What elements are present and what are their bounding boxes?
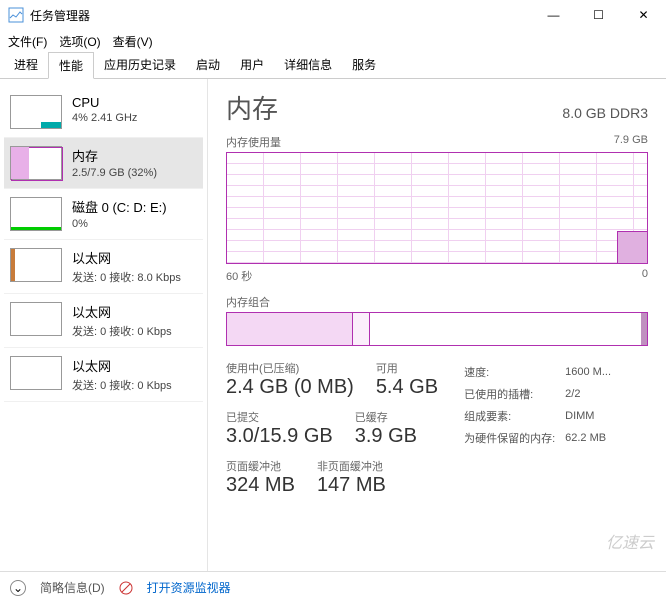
sidebar-item-cpu[interactable]: CPU 4% 2.41 GHz xyxy=(4,87,203,138)
sidebar-item-label: 以太网 xyxy=(72,356,172,375)
no-entry-icon xyxy=(119,581,133,595)
status-bar: ⌄ 简略信息(D) 打开资源监视器 xyxy=(0,571,666,603)
app-icon xyxy=(8,7,24,23)
maximize-button[interactable]: ☐ xyxy=(576,0,621,30)
sidebar-item-label: 以太网 xyxy=(72,248,181,267)
speed-label: 速度: xyxy=(464,362,563,382)
brief-info-link[interactable]: 简略信息(D) xyxy=(40,579,105,596)
memory-thumb-icon xyxy=(10,146,62,180)
tab-performance[interactable]: 性能 xyxy=(48,52,94,79)
sidebar-item-ethernet-2[interactable]: 以太网发送: 0 接收: 0 Kbps xyxy=(4,348,203,402)
memory-composition-chart[interactable] xyxy=(226,312,648,346)
sidebar-item-disk[interactable]: 磁盘 0 (C: D: E:) 0% xyxy=(4,189,203,240)
available-label: 可用 xyxy=(376,360,438,376)
paged-value: 324 MB xyxy=(226,474,295,497)
form-value: DIMM xyxy=(565,406,619,426)
close-button[interactable]: ✕ xyxy=(621,0,666,30)
sidebar-item-sub: 发送: 0 接收: 0 Kbps xyxy=(72,323,172,339)
speed-value: 1600 M... xyxy=(565,362,619,382)
watermark: 亿速云 xyxy=(606,529,654,553)
minimize-button[interactable]: — xyxy=(531,0,576,30)
sidebar-item-sub: 发送: 0 接收: 0 Kbps xyxy=(72,377,172,393)
menu-file[interactable]: 文件(F) xyxy=(8,33,47,50)
menu-options[interactable]: 选项(O) xyxy=(59,33,100,50)
axis-right: 0 xyxy=(642,268,648,284)
ethernet-thumb-icon xyxy=(10,356,62,390)
cached-label: 已缓存 xyxy=(355,409,417,425)
resource-monitor-link[interactable]: 打开资源监视器 xyxy=(147,579,231,596)
slots-label: 已使用的插槽: xyxy=(464,384,563,404)
tab-processes[interactable]: 进程 xyxy=(4,52,48,78)
window-title: 任务管理器 xyxy=(30,7,90,24)
sidebar-item-label: 内存 xyxy=(72,146,157,165)
sidebar-item-label: 以太网 xyxy=(72,302,172,321)
disk-thumb-icon xyxy=(10,197,62,231)
chevron-down-icon[interactable]: ⌄ xyxy=(10,580,26,596)
cached-value: 3.9 GB xyxy=(355,425,417,448)
sidebar-item-sub: 4% 2.41 GHz xyxy=(72,112,137,124)
tab-details[interactable]: 详细信息 xyxy=(274,52,342,78)
tab-startup[interactable]: 启动 xyxy=(186,52,230,78)
committed-value: 3.0/15.9 GB xyxy=(226,425,333,448)
inuse-label: 使用中(已压缩) xyxy=(226,360,354,376)
sidebar-item-ethernet-1[interactable]: 以太网发送: 0 接收: 0 Kbps xyxy=(4,294,203,348)
sidebar-item-memory[interactable]: 内存 2.5/7.9 GB (32%) xyxy=(4,138,203,189)
composition-label: 内存组合 xyxy=(226,294,270,310)
reserved-value: 62.2 MB xyxy=(565,428,619,448)
sidebar-item-sub: 2.5/7.9 GB (32%) xyxy=(72,167,157,179)
usage-max: 7.9 GB xyxy=(614,134,648,150)
sidebar: CPU 4% 2.41 GHz 内存 2.5/7.9 GB (32%) 磁盘 0 (… xyxy=(0,79,208,571)
inuse-value: 2.4 GB (0 MB) xyxy=(226,376,354,399)
main-panel: 内存 8.0 GB DDR3 内存使用量 7.9 GB 60 秒 0 内存组合 … xyxy=(208,79,666,571)
form-label: 组成要素: xyxy=(464,406,563,426)
memory-details-table: 速度:1600 M... 已使用的插槽:2/2 组成要素:DIMM 为硬件保留的… xyxy=(462,360,621,450)
memory-usage-chart[interactable] xyxy=(226,152,648,264)
nonpaged-label: 非页面缓冲池 xyxy=(317,458,386,474)
ethernet-thumb-icon xyxy=(10,302,62,336)
committed-label: 已提交 xyxy=(226,409,333,425)
menu-bar: 文件(F) 选项(O) 查看(V) xyxy=(0,30,666,52)
usage-label: 内存使用量 xyxy=(226,134,281,150)
tab-strip: 进程 性能 应用历史记录 启动 用户 详细信息 服务 xyxy=(0,52,666,79)
nonpaged-value: 147 MB xyxy=(317,474,386,497)
axis-left: 60 秒 xyxy=(226,268,252,284)
tab-users[interactable]: 用户 xyxy=(230,52,274,78)
available-value: 5.4 GB xyxy=(376,376,438,399)
title-bar: 任务管理器 — ☐ ✕ xyxy=(0,0,666,30)
sidebar-item-ethernet-0[interactable]: 以太网发送: 0 接收: 8.0 Kbps xyxy=(4,240,203,294)
tab-app-history[interactable]: 应用历史记录 xyxy=(94,52,186,78)
sidebar-item-sub: 0% xyxy=(72,218,167,230)
tab-services[interactable]: 服务 xyxy=(342,52,386,78)
paged-label: 页面缓冲池 xyxy=(226,458,295,474)
memory-spec: 8.0 GB DDR3 xyxy=(562,105,648,121)
ethernet-thumb-icon xyxy=(10,248,62,282)
sidebar-item-label: 磁盘 0 (C: D: E:) xyxy=(72,197,167,216)
reserved-label: 为硬件保留的内存: xyxy=(464,428,563,448)
page-title: 内存 xyxy=(226,89,278,126)
slots-value: 2/2 xyxy=(565,384,619,404)
sidebar-item-sub: 发送: 0 接收: 8.0 Kbps xyxy=(72,269,181,285)
menu-view[interactable]: 查看(V) xyxy=(113,33,153,50)
cpu-thumb-icon xyxy=(10,95,62,129)
sidebar-item-label: CPU xyxy=(72,95,137,110)
